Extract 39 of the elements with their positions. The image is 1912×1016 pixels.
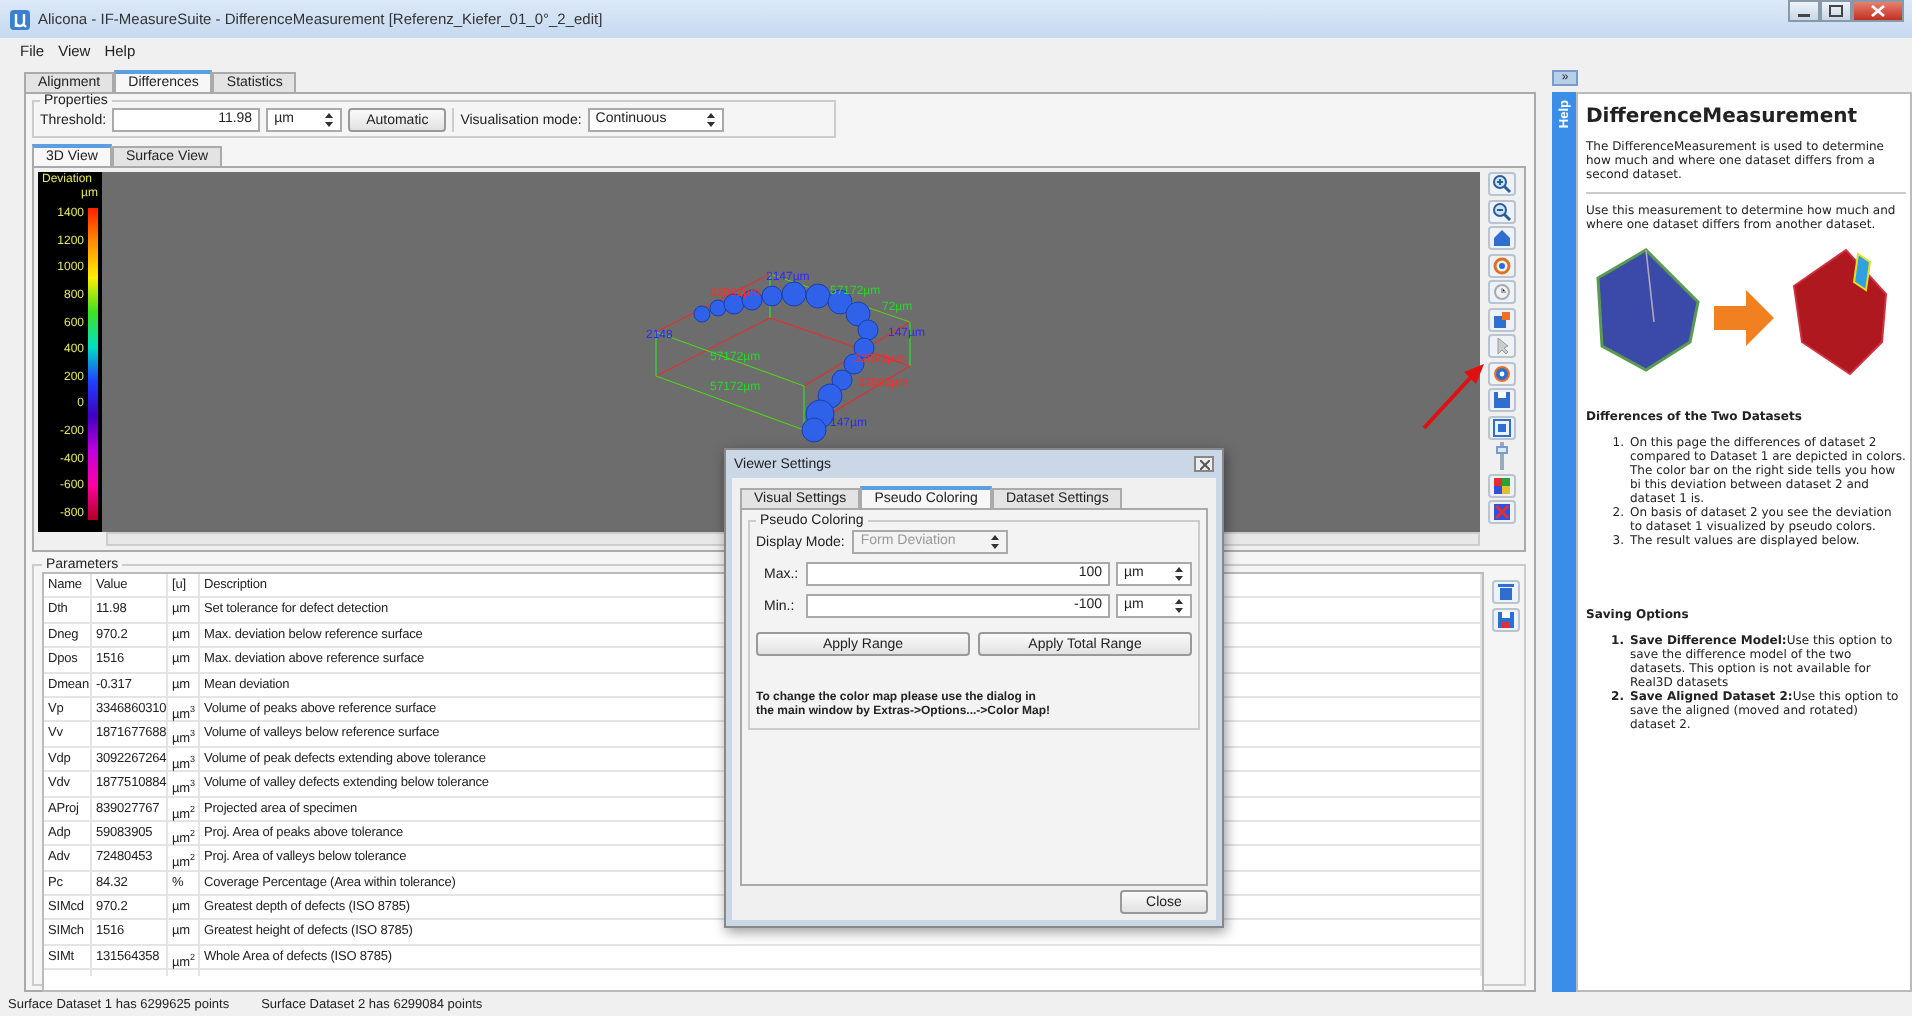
pointer-icon	[1492, 336, 1512, 356]
history-icon	[1492, 282, 1512, 302]
spin-arrows-icon	[705, 112, 716, 128]
delete-button[interactable]	[1492, 580, 1520, 604]
color-map-icon	[1492, 475, 1512, 495]
color-map-button[interactable]	[1488, 473, 1516, 497]
zoom-out-icon	[1492, 201, 1512, 221]
cube-button[interactable]	[1488, 307, 1516, 331]
fit-button[interactable]	[1488, 415, 1516, 439]
home-button[interactable]	[1488, 226, 1516, 250]
close-icon	[1870, 4, 1886, 18]
zoom-out-button[interactable]	[1488, 199, 1516, 223]
arrow-annotation	[1422, 364, 1484, 430]
spin-arrows-icon	[990, 534, 1001, 550]
save-button[interactable]	[1488, 388, 1516, 412]
minimize-button[interactable]	[1788, 0, 1820, 22]
save-icon	[1492, 390, 1512, 410]
rotate-button[interactable]	[1488, 253, 1516, 277]
spin-arrows-icon	[1174, 566, 1184, 582]
fit-icon	[1492, 417, 1512, 437]
zoom-in-button[interactable]	[1488, 172, 1516, 196]
maximize-icon	[1828, 4, 1844, 18]
settings-button[interactable]	[1488, 361, 1516, 385]
help-title: DifferenceMeasurement	[1586, 106, 1860, 130]
close-icon	[1199, 459, 1209, 469]
save-icon	[1496, 610, 1516, 630]
home-icon	[1492, 228, 1512, 248]
trash-icon	[1496, 582, 1516, 602]
color-reset-button[interactable]	[1488, 500, 1516, 524]
spin-arrows-icon	[1174, 598, 1184, 614]
app-logo-icon	[10, 9, 30, 29]
slider-handle[interactable]	[1496, 446, 1508, 454]
spin-arrows-icon	[324, 112, 335, 128]
zoom-in-icon	[1492, 174, 1512, 194]
save-button[interactable]	[1492, 608, 1520, 632]
close-button[interactable]	[1852, 0, 1904, 22]
close-button[interactable]	[1194, 456, 1214, 472]
maximize-button[interactable]	[1820, 0, 1852, 22]
pointer-button[interactable]	[1488, 334, 1516, 358]
